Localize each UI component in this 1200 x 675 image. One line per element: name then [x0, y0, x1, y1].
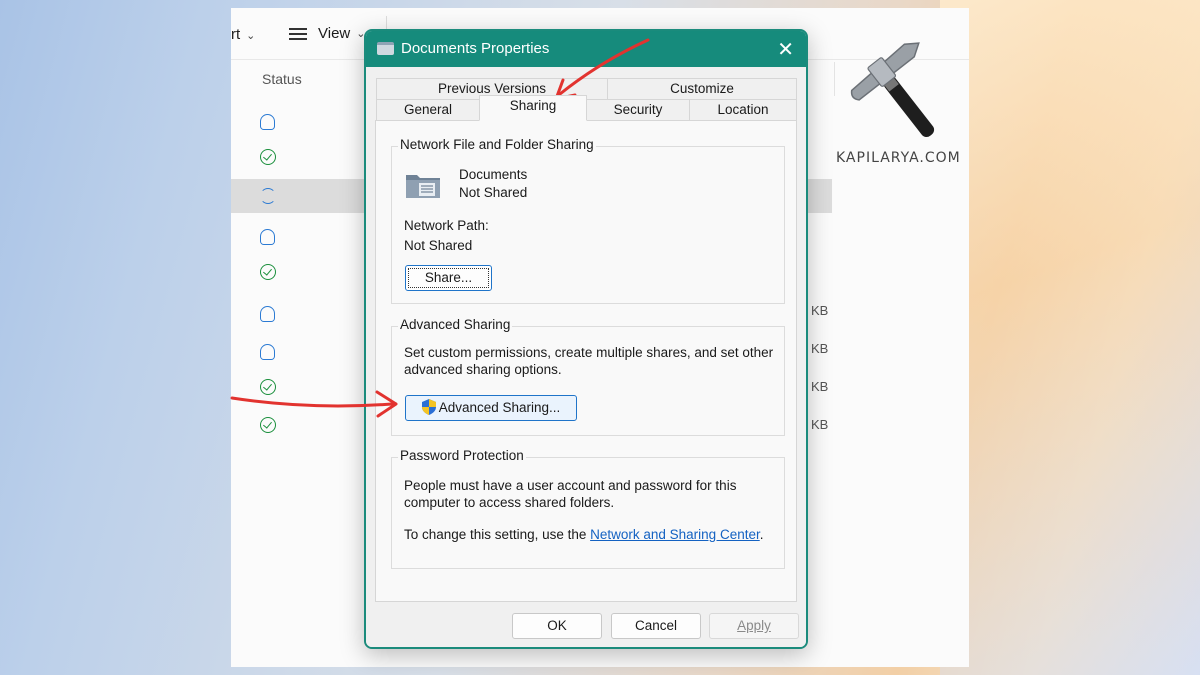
annotation-arrow-tab	[558, 38, 650, 96]
tab-sharing[interactable]: Sharing	[479, 95, 587, 121]
annotation-arrow-advanced	[230, 396, 394, 408]
annotation-overlay	[230, 38, 650, 418]
